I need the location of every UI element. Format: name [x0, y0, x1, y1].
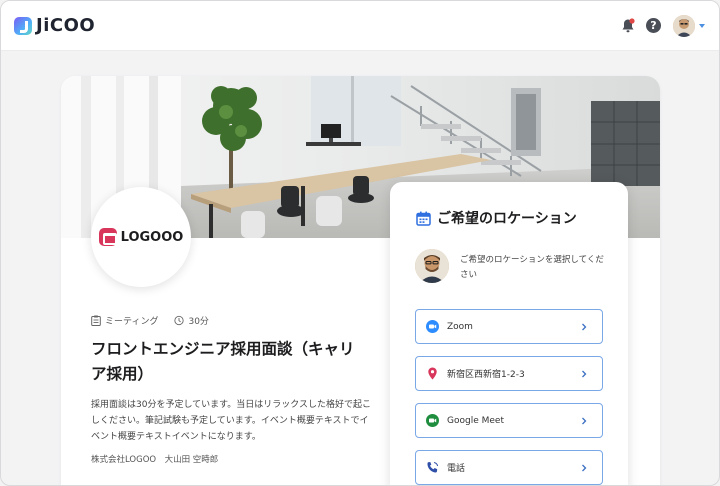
caret-down-icon[interactable]	[699, 24, 705, 28]
brand-mark-icon	[14, 16, 32, 35]
top-bar: JiCOO ?	[1, 1, 719, 51]
event-description: 採用面談は30分を予定しています。当日はリラックスした格好で起こしください。筆記…	[91, 400, 372, 442]
location-option-google-meet[interactable]: Google Meet	[415, 403, 603, 438]
map-pin-icon	[428, 367, 437, 380]
clipboard-icon	[91, 315, 101, 326]
location-option-label: Zoom	[447, 321, 473, 332]
logo-mark-icon	[98, 228, 117, 246]
location-option-zoom[interactable]: Zoom	[415, 309, 603, 344]
event-type: ミーティング	[105, 317, 159, 327]
location-panel-header: ご希望のロケーション	[416, 208, 577, 228]
chevron-right-icon	[582, 323, 587, 330]
host-avatar	[415, 249, 449, 283]
google-meet-icon	[426, 414, 439, 427]
location-option-label: Google Meet	[447, 415, 504, 426]
bell-icon[interactable]	[621, 18, 635, 34]
event-meta: ミーティング 30分	[91, 314, 209, 327]
company-logo: LOGOOO	[91, 187, 191, 287]
chevron-right-icon	[582, 417, 587, 424]
brand-name: JiCOO	[36, 15, 96, 36]
logo-text: LOGOOO	[120, 229, 184, 245]
user-avatar[interactable]	[673, 15, 695, 37]
organizer: 株式会社LOGOO 大山田 空時郎	[91, 455, 219, 465]
chevron-right-icon	[582, 464, 587, 471]
phone-icon	[427, 462, 439, 473]
location-panel-title: ご希望のロケーション	[437, 211, 577, 227]
location-option-phone[interactable]: 電話	[415, 450, 603, 485]
event-duration: 30分	[188, 317, 209, 327]
host-message: ご希望のロケーションを選択してください	[460, 255, 604, 280]
help-icon[interactable]: ?	[646, 18, 661, 33]
event-title: フロントエンジニア採用面談（キャリア採用）	[91, 340, 355, 383]
zoom-icon	[426, 320, 439, 333]
brand-logo[interactable]: JiCOO	[14, 15, 95, 36]
app-window: JiCOO ? LOGOOO ミーティング 30分 フロントエンジニア採用面談（…	[0, 0, 720, 486]
location-option-label: 新宿区西新宿1-2-3	[447, 370, 525, 380]
location-option-address[interactable]: 新宿区西新宿1-2-3	[415, 356, 603, 391]
clock-icon	[174, 315, 185, 326]
chevron-right-icon	[582, 370, 587, 377]
location-panel: ご希望のロケーション ご希望のロケーションを選択してください Zoom 新宿区西…	[390, 182, 628, 485]
calendar-icon	[416, 211, 431, 226]
location-option-label: 電話	[447, 464, 466, 474]
